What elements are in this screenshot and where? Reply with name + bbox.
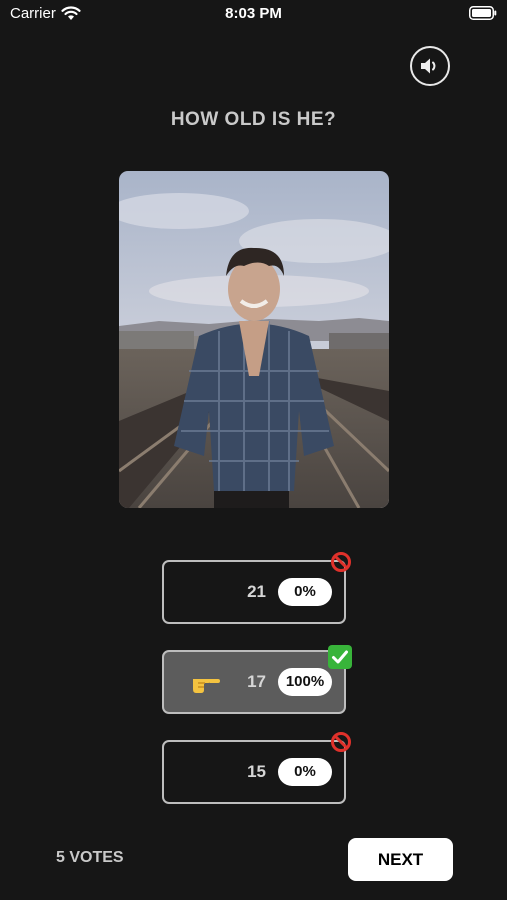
answer-percent: 0%	[278, 578, 332, 606]
answer-age: 21	[247, 582, 266, 601]
answer-option-17[interactable]: 17 100%	[162, 645, 352, 714]
answer-option-15[interactable]: 15 0%	[162, 732, 351, 804]
status-bar: Carrier 8:03 PM	[0, 0, 507, 28]
prohibited-icon	[331, 552, 351, 572]
prohibited-icon	[331, 732, 351, 752]
answer-age: 17	[247, 672, 266, 691]
quiz-photo	[119, 171, 389, 508]
clock: 8:03 PM	[225, 5, 282, 22]
speaker-icon	[421, 58, 436, 74]
answer-percent: 100%	[278, 668, 332, 696]
check-mark-icon	[328, 645, 352, 669]
sound-toggle-button[interactable]	[410, 46, 450, 86]
pointing-hand-icon	[193, 679, 220, 693]
answer-age: 15	[247, 762, 266, 781]
next-button[interactable]: NEXT	[348, 838, 453, 881]
answer-percent: 0%	[278, 758, 332, 786]
answer-option-21[interactable]: 21 0%	[162, 552, 351, 624]
battery-icon	[469, 6, 497, 20]
question-title: HOW OLD IS HE?	[170, 109, 337, 130]
vote-count: 5 VOTES	[56, 849, 124, 866]
